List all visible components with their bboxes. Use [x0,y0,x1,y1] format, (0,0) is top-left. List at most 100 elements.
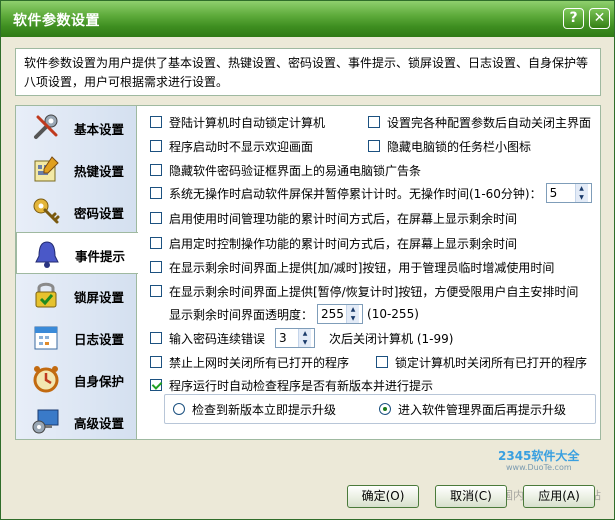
option-add-reduce-button[interactable]: 在显示剩余时间界面上提供[加/减时]按钮，用于管理员临时增减使用时间 [150,257,554,277]
option-hide-tray-icon[interactable]: 隐藏电脑锁的任务栏小图标 [368,136,531,156]
tools-icon [34,114,58,139]
option-pause-resume-button[interactable]: 在显示剩余时间界面上提供[暂停/恢复计时]按钮，方便受限用户自主安排时间 [150,281,578,301]
stepper-up-icon[interactable]: ▲ [576,184,588,193]
stepper-down-icon[interactable]: ▼ [299,338,311,347]
clock-alarm-icon [33,366,59,393]
option-label: 在显示剩余时间界面上提供[加/减时]按钮，用于管理员临时增减使用时间 [169,260,555,275]
checkbox[interactable] [150,237,162,249]
apply-button[interactable]: 应用(A) [523,485,595,508]
monitor-gear-icon [32,409,59,434]
key-icon [33,198,60,224]
radio-label: 检查到新版本立即提示升级 [192,402,337,417]
checkbox[interactable] [150,164,162,176]
settings-panel: 基本设置 热键设置 密码设置 事件提示 锁屏设置 日志设置 自身保护 高级设置 … [15,105,601,440]
checkbox[interactable] [150,261,162,273]
checkbox[interactable] [150,356,162,368]
nav-item-password[interactable]: 密码设置 [16,190,137,232]
option-auto-check-update[interactable]: 程序运行时自动检查程序是否有新版本并进行提示 [150,375,433,395]
radio-label: 进入软件管理界面后再提示升级 [398,402,567,417]
lock-icon [35,282,57,308]
password-errors-stepper[interactable]: 3 ▲ ▼ [275,328,316,348]
nav-item-protect[interactable]: 自身保护 [16,358,137,400]
nav-label: 自身保护 [74,374,125,389]
option-label: 设置完各种配置参数后自动关闭主界面 [387,115,592,130]
watermark-url: www.DuoTe.com [506,463,572,472]
option-show-remaining-timer[interactable]: 启用定时控制操作功能的累计时间方式后，在屏幕上显示剩余时间 [150,233,517,253]
checkbox[interactable] [150,140,162,152]
settings-dialog: 软件参数设置 ? ✕ 软件参数设置为用户提供了基本设置、热键设置、密码设置、事件… [0,0,615,520]
event-settings-content: 登陆计算机时自动锁定计算机 设置完各种配置参数后自动关闭主界面 程序启动时不显示… [144,106,600,439]
checkbox-checked[interactable] [150,379,162,391]
radio-button-selected[interactable] [379,403,391,415]
stepper-down-icon[interactable]: ▼ [347,314,359,323]
option-label: 显示剩余时间界面透明度： [169,307,314,322]
checkbox[interactable] [368,140,380,152]
nav-label: 日志设置 [74,332,125,347]
option-show-remaining-cumulative[interactable]: 启用使用时间管理功能的累计时间方式后，在屏幕上显示剩余时间 [150,208,517,228]
nav-item-lock[interactable]: 锁屏设置 [16,274,137,316]
nav-label: 事件提示 [75,249,126,264]
option-label: 程序运行时自动检查程序是否有新版本并进行提示 [169,378,434,393]
option-label: 启用使用时间管理功能的累计时间方式后，在屏幕上显示剩余时间 [169,211,518,226]
option-label: 程序启动时不显示欢迎画面 [169,139,314,154]
nav-item-hotkey[interactable]: 热键设置 [16,148,137,190]
option-label: 隐藏电脑锁的任务栏小图标 [387,139,532,154]
option-label: 禁止上网时关闭所有已打开的程序 [169,355,350,370]
description-box: 软件参数设置为用户提供了基本设置、热键设置、密码设置、事件提示、锁屏设置、日志设… [15,48,601,96]
password-errors-value[interactable]: 3 [276,329,298,347]
option-label: 登陆计算机时自动锁定计算机 [169,115,326,130]
stepper-down-icon[interactable]: ▼ [576,193,588,202]
option-label: 在显示剩余时间界面上提供[暂停/恢复计时]按钮，方便受限用户自主安排时间 [169,284,579,299]
checkbox[interactable] [150,116,162,128]
stepper-up-icon[interactable]: ▲ [299,329,311,338]
option-close-on-internet-ban[interactable]: 禁止上网时关闭所有已打开的程序 [150,352,349,372]
calendar-icon [34,326,58,350]
checkbox[interactable] [376,356,388,368]
transparency-value[interactable]: 255 [318,305,346,323]
close-button[interactable]: ✕ [589,8,610,29]
checkbox[interactable] [150,332,162,344]
option-transparency: 显示剩余时间界面透明度： 255 ▲ ▼ (10-255) [169,304,419,324]
radio-button[interactable] [173,403,185,415]
option-label: 锁定计算机时关闭所有已打开的程序 [395,355,588,370]
option-auto-lock-login[interactable]: 登陆计算机时自动锁定计算机 [150,112,325,132]
option-label: 启用定时控制操作功能的累计时间方式后，在屏幕上显示剩余时间 [169,236,518,251]
transparency-range: (10-255) [367,307,419,321]
nav-item-event[interactable]: 事件提示 [16,232,138,274]
radio-immediate-update[interactable]: 检查到新版本立即提示升级 [173,399,336,419]
option-close-on-lock[interactable]: 锁定计算机时关闭所有已打开的程序 [376,352,587,372]
bell-icon [35,241,59,268]
option-hide-welcome[interactable]: 程序启动时不显示欢迎画面 [150,136,313,156]
radio-deferred-update[interactable]: 进入软件管理界面后再提示升级 [379,399,566,419]
transparency-stepper[interactable]: 255 ▲ ▼ [317,304,364,324]
nav-item-advanced[interactable]: 高级设置 [16,400,137,442]
option-close-main-after-config[interactable]: 设置完各种配置参数后自动关闭主界面 [368,112,591,132]
cancel-button[interactable]: 取消(C) [435,485,507,508]
nav-item-log[interactable]: 日志设置 [16,316,137,358]
nav-label: 锁屏设置 [74,290,125,305]
title-bar[interactable]: 软件参数设置 ? ✕ [1,1,614,37]
watermark: 2345软件大全 www.DuoTe.com 国内最安全的软件站 [498,447,614,502]
option-idle-screensaver[interactable]: 系统无操作时启动软件屏保并暂停累计计时。无操作时间(1-60分钟)： 5 ▲ ▼ [150,183,596,203]
checkbox[interactable] [368,116,380,128]
nav-item-basic[interactable]: 基本设置 [16,106,137,148]
checkbox[interactable] [150,187,162,199]
window-title: 软件参数设置 [13,13,100,29]
watermark-brand: 2345软件大全 [498,449,580,463]
idle-minutes-value[interactable]: 5 [547,184,575,202]
idle-minutes-stepper[interactable]: 5 ▲ ▼ [545,183,592,203]
stepper-up-icon[interactable]: ▲ [347,305,359,314]
nav-label: 高级设置 [74,416,125,431]
option-label: 系统无操作时启动软件屏保并暂停累计计时。无操作时间(1-60分钟)： [169,186,542,201]
option-hide-ad[interactable]: 隐藏软件密码验证框界面上的易通电脑锁广告条 [150,160,421,180]
help-button[interactable]: ? [563,8,584,29]
option-label: 输入密码连续错误 [169,331,266,346]
option-password-errors[interactable]: 输入密码连续错误 3 ▲ ▼ 次后关闭计算机 (1-99) [150,328,453,348]
keyboard-edit-icon [34,156,59,182]
ok-button[interactable]: 确定(O) [347,485,419,508]
nav-label: 密码设置 [74,206,125,221]
option-label: 隐藏软件密码验证框界面上的易通电脑锁广告条 [169,163,422,178]
checkbox[interactable] [150,285,162,297]
nav-label: 基本设置 [74,122,125,137]
checkbox[interactable] [150,212,162,224]
